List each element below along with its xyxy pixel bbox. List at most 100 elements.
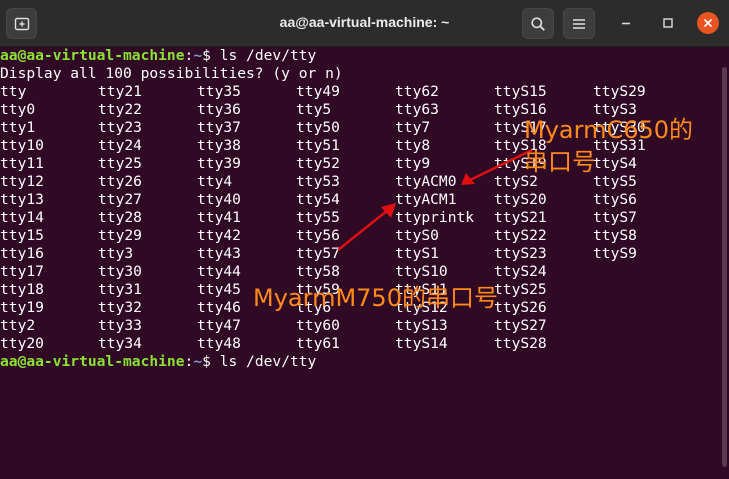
tty-entry: tty19 xyxy=(0,299,44,316)
tty-entry: tty63 xyxy=(395,101,439,118)
maximize-button[interactable] xyxy=(657,12,679,34)
tty-entry: tty27 xyxy=(98,191,142,208)
minimize-icon xyxy=(622,22,630,25)
tty-entry: tty56 xyxy=(296,227,340,244)
search-button[interactable] xyxy=(522,8,554,39)
tty-entry: tty50 xyxy=(296,119,340,136)
tty-entry: tty9 xyxy=(395,155,431,172)
tty-entry: ttyS4 xyxy=(593,155,637,172)
tty-entry: ttyS20 xyxy=(494,191,547,208)
menu-button[interactable] xyxy=(563,8,595,39)
minimize-button[interactable] xyxy=(615,12,637,34)
tty-entry: tty61 xyxy=(296,335,340,352)
tty-entry: tty62 xyxy=(395,83,439,100)
tty-entry: ttyprintk xyxy=(395,209,475,226)
tty-entry: tty30 xyxy=(98,263,142,280)
tty-entry: tty4 xyxy=(197,173,233,190)
tty-entry: ttyS14 xyxy=(395,335,448,352)
tty-entry: tty57 xyxy=(296,245,340,262)
prompt-symbol: $ xyxy=(202,353,220,370)
tty-entry: ttyS26 xyxy=(494,299,547,316)
prompt-user: aa@aa-virtual-machine xyxy=(0,353,185,370)
tty-entry: tty17 xyxy=(0,263,44,280)
terminal-window: aa@aa-virtual-machine: ~ aa@aa-virtual-m… xyxy=(0,0,729,479)
tty-entry: tty23 xyxy=(98,119,142,136)
tty-entry: tty42 xyxy=(197,227,241,244)
tty-entry: ttyS28 xyxy=(494,335,547,352)
tty-entry: ttyS22 xyxy=(494,227,547,244)
tty-entry: ttyS25 xyxy=(494,281,547,298)
tty-entry: tty10 xyxy=(0,137,44,154)
command-text: ls /dev/tty xyxy=(219,353,317,370)
tty-entry: tty8 xyxy=(395,137,431,154)
tty-entry: tty38 xyxy=(197,137,241,154)
tty-entry: tty53 xyxy=(296,173,340,190)
header-bar: aa@aa-virtual-machine: ~ xyxy=(0,0,729,47)
hamburger-menu-icon xyxy=(573,18,585,29)
tty-entry: tty20 xyxy=(0,335,44,352)
prompt-line-1: aa@aa-virtual-machine:~$ ls /dev/tty xyxy=(0,47,316,65)
tty-entry: tty3 xyxy=(98,245,134,262)
tty-entry: tty15 xyxy=(0,227,44,244)
prompt-path: ~ xyxy=(193,353,203,370)
tty-entry: ttyS13 xyxy=(395,317,448,334)
tty-entry: tty49 xyxy=(296,83,340,100)
tty-entry: tty1 xyxy=(0,119,36,136)
tty-entry: tty45 xyxy=(197,281,241,298)
tty-entry: tty xyxy=(0,83,27,100)
prompt-user: aa@aa-virtual-machine xyxy=(0,47,185,64)
annotation-c650-line1: MyarmC650的 xyxy=(524,116,694,144)
tty-entry: tty36 xyxy=(197,101,241,118)
tty-entry: tty7 xyxy=(395,119,431,136)
scrollbar-thumb[interactable] xyxy=(722,67,727,467)
tty-entry: ttyS5 xyxy=(593,173,637,190)
tty-entry: tty25 xyxy=(98,155,142,172)
tty-entry: tty43 xyxy=(197,245,241,262)
tty-entry: tty12 xyxy=(0,173,44,190)
tty-entry: tty37 xyxy=(197,119,241,136)
tty-entry: ttyS0 xyxy=(395,227,439,244)
tty-entry: ttyACM1 xyxy=(395,191,457,208)
prompt-line-2: aa@aa-virtual-machine:~$ ls /dev/tty xyxy=(0,353,316,371)
tty-entry: ttyS21 xyxy=(494,209,547,226)
tty-entry: tty11 xyxy=(0,155,44,172)
tty-entry: tty44 xyxy=(197,263,241,280)
prompt-separator: : xyxy=(184,353,194,370)
tty-entry: tty46 xyxy=(197,299,241,316)
tty-entry: tty40 xyxy=(197,191,241,208)
tty-entry: ttyS7 xyxy=(593,209,637,226)
close-button[interactable] xyxy=(697,12,719,34)
annotation-c650-line2: 串口号 xyxy=(524,148,596,176)
scrollbar[interactable] xyxy=(721,47,729,479)
tty-entry: tty24 xyxy=(98,137,142,154)
tty-entry: tty47 xyxy=(197,317,241,334)
tty-entry: tty22 xyxy=(98,101,142,118)
tty-entry: tty18 xyxy=(0,281,44,298)
close-icon xyxy=(703,18,713,28)
tty-entry: tty13 xyxy=(0,191,44,208)
tty-entry: tty2 xyxy=(0,317,36,334)
tty-entry: tty41 xyxy=(197,209,241,226)
tty-entry: tty60 xyxy=(296,317,340,334)
tty-entry: tty31 xyxy=(98,281,142,298)
tty-entry: ttyS29 xyxy=(593,83,646,100)
tty-entry: tty48 xyxy=(197,335,241,352)
tty-entry: ttyS1 xyxy=(395,245,439,262)
annotation-m750: MyarmM750的串口号 xyxy=(253,284,498,312)
tty-entry: tty29 xyxy=(98,227,142,244)
tty-entry: tty51 xyxy=(296,137,340,154)
tty-entry: tty35 xyxy=(197,83,241,100)
tty-entry: ttyS6 xyxy=(593,191,637,208)
tty-entry: tty0 xyxy=(0,101,36,118)
search-icon xyxy=(531,16,545,31)
tty-entry: tty33 xyxy=(98,317,142,334)
tty-entry: ttyS23 xyxy=(494,245,547,262)
tty-entry: ttyS27 xyxy=(494,317,547,334)
tty-entry: ttyS15 xyxy=(494,83,547,100)
tty-entry: tty28 xyxy=(98,209,142,226)
tty-entry: tty21 xyxy=(98,83,142,100)
command-text: ls /dev/tty xyxy=(219,47,317,64)
tty-entry: tty39 xyxy=(197,155,241,172)
prompt-symbol: $ xyxy=(202,47,220,64)
tty-entry: tty26 xyxy=(98,173,142,190)
